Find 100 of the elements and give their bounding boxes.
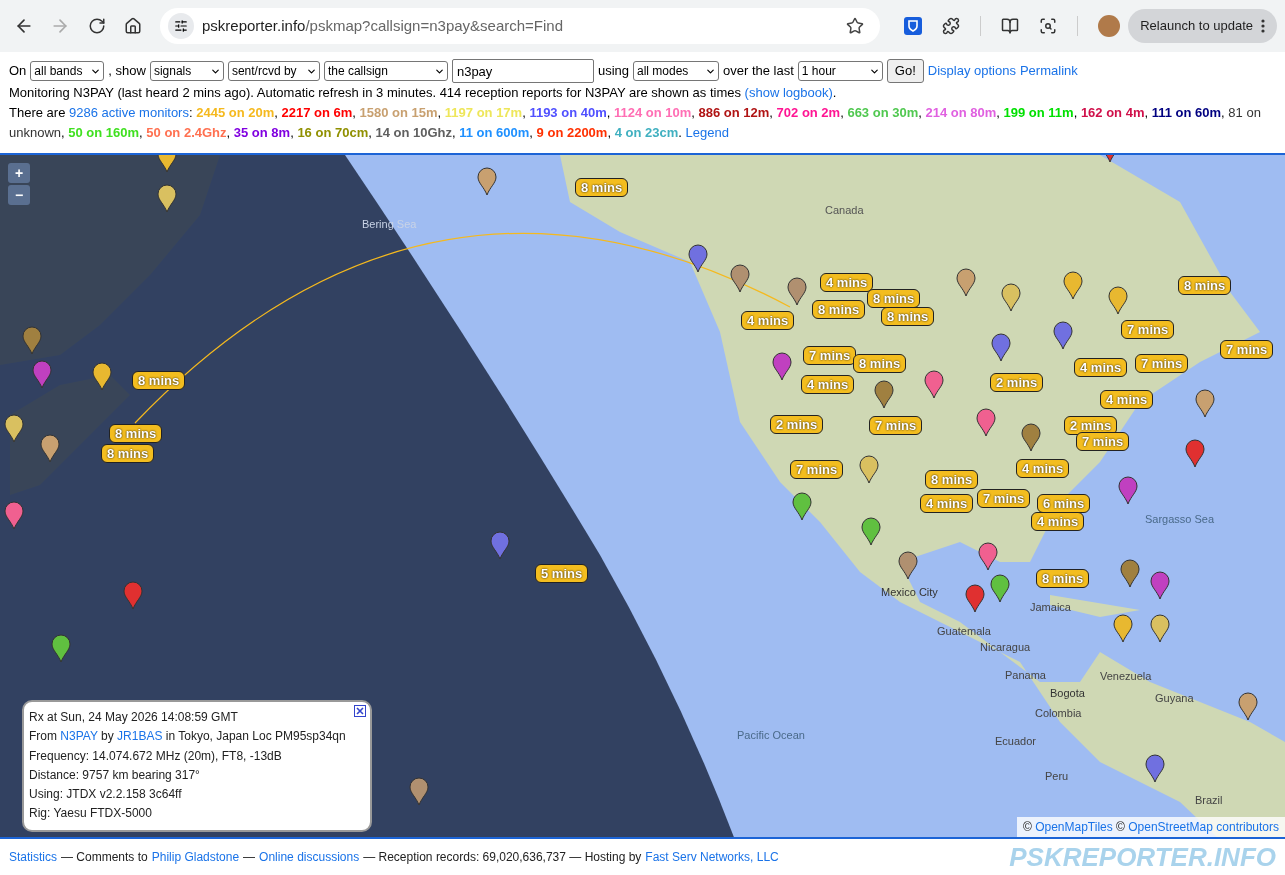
map-pin[interactable] [787,277,807,306]
map-pin[interactable] [92,362,112,391]
time-label[interactable]: 7 mins [1076,432,1130,451]
map-pin[interactable] [4,501,24,530]
time-label[interactable]: 7 mins [1220,340,1274,359]
target-select[interactable]: the callsign [323,61,448,81]
time-label[interactable]: 8 mins [1178,276,1232,295]
footer-link[interactable]: Online discussions [259,848,360,866]
time-label[interactable]: 8 mins [109,424,163,443]
map-pin[interactable] [22,326,42,355]
sender-link[interactable]: N3PAY [60,729,98,744]
time-label[interactable]: 4 mins [801,375,855,394]
time-label[interactable]: 4 mins [1016,459,1070,478]
monitors-link[interactable]: 9286 active monitors [69,105,189,120]
time-label[interactable]: 4 mins [1100,390,1154,409]
band-select[interactable]: all bands [30,61,105,81]
time-label[interactable]: 8 mins [881,307,935,326]
map-pin[interactable] [477,167,497,196]
map-pin[interactable] [874,380,894,409]
map-pin[interactable] [157,184,177,213]
map-pin[interactable] [991,333,1011,362]
map-pin[interactable] [956,268,976,297]
time-label[interactable]: 7 mins [790,460,844,479]
display-options-link[interactable]: Display options [927,61,1016,81]
map-pin[interactable] [792,492,812,521]
site-settings-icon[interactable] [174,19,188,33]
zoom-in-button[interactable]: + [8,163,30,183]
map-pin[interactable] [990,574,1010,603]
time-label[interactable]: 8 mins [867,289,921,308]
time-label[interactable]: 8 mins [853,354,907,373]
bookmark-star-icon[interactable] [846,17,864,35]
map-pin[interactable] [1120,559,1140,588]
time-label[interactable]: 7 mins [869,416,923,435]
time-label[interactable]: 7 mins [1135,354,1189,373]
map-pin[interactable] [898,551,918,580]
time-label[interactable]: 8 mins [1036,569,1090,588]
map-pin[interactable] [1118,476,1138,505]
legend-link[interactable]: Legend [685,125,729,140]
receiver-link[interactable]: JR1BAS [117,729,163,744]
address-bar[interactable]: pskreporter.info/pskmap?callsign=n3pay&search=Find [160,8,880,44]
direction-select[interactable]: sent/rcvd by [227,61,320,81]
map-pin[interactable] [51,634,71,663]
time-label[interactable]: 5 mins [535,564,589,583]
close-icon[interactable] [354,705,366,717]
map-pin[interactable] [40,434,60,463]
map-pin[interactable] [772,352,792,381]
attribution-link[interactable]: OpenMapTiles [1035,820,1113,834]
map-pin[interactable] [978,542,998,571]
map-pin[interactable] [861,517,881,546]
footer-link[interactable]: Philip Gladstone [151,848,240,866]
period-select[interactable]: 1 hour [797,61,883,81]
map-pin[interactable] [1150,614,1170,643]
permalink-link[interactable]: Permalink [1019,61,1078,81]
time-label[interactable]: 8 mins [101,444,155,463]
time-label[interactable]: 2 mins [770,415,824,434]
time-label[interactable]: 8 mins [575,178,629,197]
time-label[interactable]: 2 mins [990,373,1044,392]
map-pin[interactable] [1238,692,1258,721]
attribution-link[interactable]: OpenStreetMap contributors [1128,820,1279,834]
relaunch-button[interactable]: Relaunch to update [1128,9,1277,43]
mode-select[interactable]: all modes [633,61,719,81]
map-pin[interactable] [1113,614,1133,643]
callsign-input[interactable]: n3pay [451,59,594,83]
logbook-link[interactable]: (show logbook) [744,85,833,100]
map-pin[interactable] [157,155,177,173]
footer-link[interactable]: Statistics [9,848,57,866]
time-label[interactable]: 7 mins [1121,320,1175,339]
map-pin[interactable] [4,414,24,443]
map-pin[interactable] [1108,286,1128,315]
time-label[interactable]: 4 mins [820,273,874,292]
map-pin[interactable] [965,584,985,613]
map-pin[interactable] [688,244,708,273]
map-pin[interactable] [1001,283,1021,312]
go-button[interactable]: Go! [886,59,924,83]
time-label[interactable]: 4 mins [1074,358,1128,377]
map-pin[interactable] [730,264,750,293]
reload-icon[interactable] [88,17,106,35]
shield-icon[interactable] [904,17,922,35]
map-pin[interactable] [924,370,944,399]
map-pin[interactable] [1150,571,1170,600]
map-pin[interactable] [1021,423,1041,452]
map-pin[interactable] [976,408,996,437]
footer-link[interactable]: Fast Serv Networks, LLC [645,848,779,866]
time-label[interactable]: 8 mins [812,300,866,319]
map-pin[interactable] [409,777,429,806]
time-label[interactable]: 8 mins [132,371,186,390]
map-pin[interactable] [1185,439,1205,468]
time-label[interactable]: 4 mins [741,311,795,330]
time-label[interactable]: 7 mins [803,346,857,365]
time-label[interactable]: 4 mins [920,494,974,513]
map-pin[interactable] [1063,271,1083,300]
show-select[interactable]: signals [149,61,224,81]
map-pin[interactable] [1053,321,1073,350]
map-pin[interactable] [859,455,879,484]
reading-mode-icon[interactable] [1001,17,1019,35]
map-pin[interactable] [1195,389,1215,418]
home-icon[interactable] [124,17,142,35]
time-label[interactable]: 8 mins [925,470,979,489]
profile-avatar[interactable] [1098,15,1120,37]
time-label[interactable]: 4 mins [1031,512,1085,531]
